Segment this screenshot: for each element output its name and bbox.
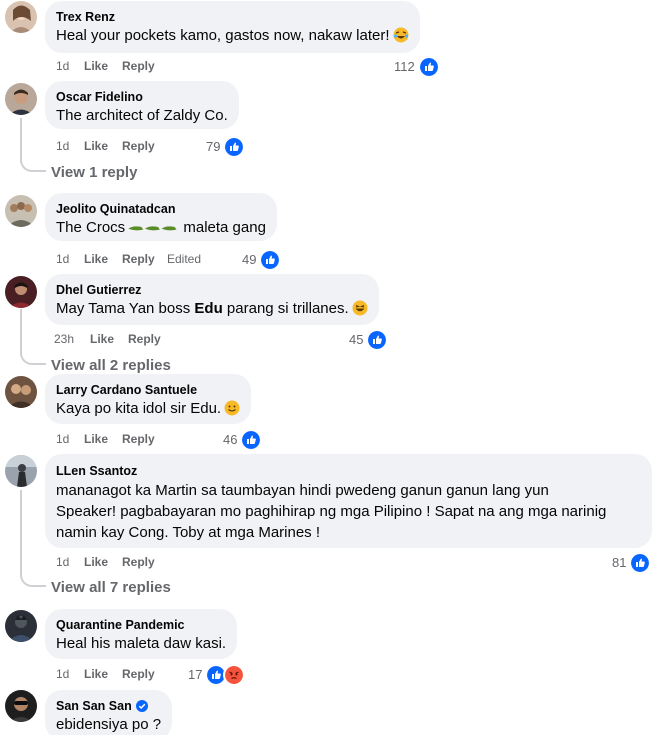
angry-icon	[223, 664, 246, 686]
crocodile-emoji-icon	[128, 226, 177, 231]
thread-connector	[20, 353, 46, 365]
comment-author[interactable]: Dhel Gutierrez	[56, 282, 141, 298]
reaction-summary[interactable]: 46	[223, 429, 263, 451]
like-icon	[223, 136, 246, 158]
comment-time[interactable]: 1d	[56, 554, 84, 570]
comment-author[interactable]: Oscar Fidelino	[56, 89, 143, 105]
comment-text: Heal your pockets kamo, gastos now, naka…	[56, 27, 390, 44]
avatar[interactable]	[5, 276, 37, 308]
comment-time[interactable]: 1d	[56, 58, 84, 74]
comment-text-line: mananagot ka Martin sa taumbayan hindi p…	[56, 482, 549, 499]
avatar[interactable]	[5, 690, 37, 722]
avatar[interactable]	[5, 83, 37, 115]
comment-bubble: Oscar Fidelino The architect of Zaldy Co…	[45, 81, 239, 129]
comment-author[interactable]: Trex Renz	[56, 9, 115, 25]
reaction-summary[interactable]: 45	[349, 329, 389, 351]
reply-button[interactable]: Reply	[122, 666, 155, 682]
comment-text: maleta gang	[179, 219, 266, 236]
thread-connector	[20, 575, 46, 587]
reaction-summary[interactable]: 17	[188, 664, 246, 686]
reaction-summary[interactable]: 81	[612, 552, 652, 574]
laughing-emoji-icon	[352, 300, 368, 316]
avatar[interactable]	[5, 195, 37, 227]
comment-author[interactable]: Jeolito Quinatadcan	[56, 201, 175, 217]
reaction-count: 81	[612, 555, 627, 570]
like-icon	[366, 329, 389, 351]
comment-text-line: Speaker! pagbabayaran mo paghihirap ng m…	[56, 503, 607, 520]
comment-time[interactable]: 1d	[56, 138, 84, 154]
comment-bubble: Larry Cardano Santuele Kaya po kita idol…	[45, 374, 252, 424]
like-button[interactable]: Like	[84, 138, 122, 154]
comment-author[interactable]: San San San	[56, 698, 132, 714]
comment-bubble: Dhel Gutierrez May Tama Yan boss Edu par…	[45, 274, 379, 325]
comment-text-line: namin kay Cong. Toby at mga Marines !	[56, 524, 321, 541]
avatar[interactable]	[5, 376, 37, 408]
comment-text: Kaya po kita idol sir Edu.	[56, 400, 222, 417]
smile-emoji-icon	[224, 400, 240, 416]
like-icon	[417, 56, 440, 78]
comment-text: The architect of Zaldy Co.	[56, 107, 228, 124]
comment-time[interactable]: 1d	[56, 431, 84, 447]
reply-button[interactable]: Reply	[122, 58, 155, 74]
avatar[interactable]	[5, 610, 37, 642]
like-button[interactable]: Like	[90, 331, 128, 347]
verified-badge-icon	[135, 700, 148, 712]
comment-text: Heal his maleta daw kasi.	[56, 635, 227, 652]
reply-button[interactable]: Reply	[128, 331, 161, 347]
comment-text: ebidensiya po ?	[56, 716, 162, 733]
comment-bubble: Quarantine Pandemic Heal his maleta daw …	[45, 609, 238, 659]
reaction-count: 45	[349, 332, 364, 347]
reply-button[interactable]: Reply	[122, 554, 155, 570]
like-button[interactable]: Like	[84, 666, 122, 682]
comment-bubble: Trex Renz Heal your pockets kamo, gastos…	[45, 1, 420, 53]
reaction-summary[interactable]: 79	[206, 136, 246, 158]
reply-button[interactable]: Reply	[122, 431, 155, 447]
like-icon	[259, 249, 282, 271]
thread-line	[20, 309, 22, 355]
reaction-count: 17	[188, 667, 203, 682]
comment-time[interactable]: 1d	[56, 666, 84, 682]
rofl-emoji-icon	[393, 27, 409, 43]
like-button[interactable]: Like	[84, 251, 122, 267]
mention[interactable]: Edu	[194, 300, 222, 317]
like-button[interactable]: Like	[84, 58, 122, 74]
comment-text: The Crocs	[56, 219, 126, 236]
reaction-count: 112	[394, 59, 415, 74]
comment-time[interactable]: 1d	[56, 251, 84, 267]
comment-text: parang si trillanes.	[222, 300, 349, 317]
thread-connector	[20, 160, 46, 172]
avatar[interactable]	[5, 1, 37, 33]
edited-label: Edited	[167, 252, 202, 266]
reaction-count: 46	[223, 432, 238, 447]
comment-bubble: San San San ebidensiya po ?	[45, 690, 173, 735]
comment-bubble: Jeolito Quinatadcan The Crocs maleta gan…	[45, 193, 277, 241]
like-button[interactable]: Like	[84, 431, 122, 447]
comment-bubble: LLen Ssantoz mananagot ka Martin sa taum…	[45, 454, 652, 548]
like-icon	[629, 552, 652, 574]
reaction-count: 49	[242, 252, 257, 267]
reaction-count: 79	[206, 139, 221, 154]
reply-button[interactable]: Reply	[122, 251, 167, 267]
view-replies-link[interactable]: View all 2 replies	[51, 356, 171, 376]
like-button[interactable]: Like	[84, 554, 122, 570]
reaction-summary[interactable]: 49	[242, 249, 282, 271]
avatar[interactable]	[5, 455, 37, 487]
like-icon	[240, 429, 263, 451]
comment-author[interactable]: LLen Ssantoz	[56, 463, 137, 479]
reply-button[interactable]: Reply	[122, 138, 155, 154]
comment-text: May Tama Yan boss	[56, 300, 195, 317]
comment-time[interactable]: 23h	[54, 331, 90, 347]
thread-line	[20, 490, 22, 576]
thread-line	[20, 118, 22, 162]
comment-author[interactable]: Larry Cardano Santuele	[56, 382, 197, 398]
view-replies-link[interactable]: View all 7 replies	[51, 578, 171, 598]
comment-author[interactable]: Quarantine Pandemic	[56, 617, 185, 633]
view-replies-link[interactable]: View 1 reply	[51, 163, 137, 183]
reaction-summary[interactable]: 112	[394, 56, 440, 78]
